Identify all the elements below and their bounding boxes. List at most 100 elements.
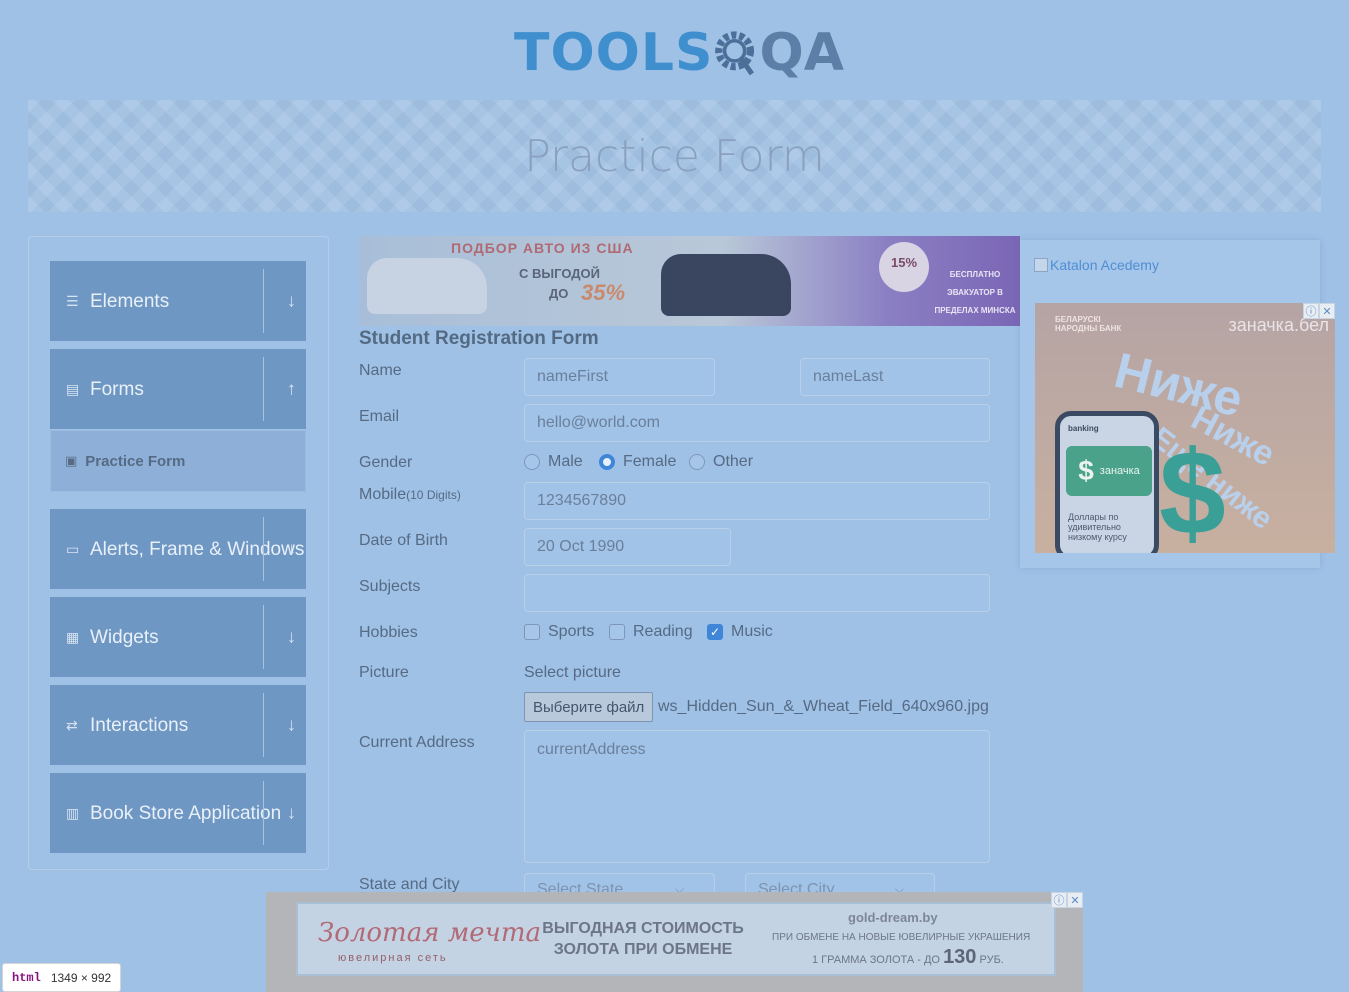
checkmark-icon: ✓ <box>707 624 723 640</box>
grid-icon: ▦ <box>66 628 80 645</box>
gender-radio-female[interactable]: Female <box>599 453 676 471</box>
subjects-input[interactable] <box>524 574 990 612</box>
sidebar-group-label: Book Store Application <box>90 802 282 824</box>
choose-file-button[interactable]: Выберите файл <box>524 692 654 722</box>
sidebar-group-interactions[interactable]: ⇄ Interactions ↓ <box>50 685 306 765</box>
right-ad-banner[interactable]: БЕЛАРУСКІ НАРОДНЫ БАНК заначка.бел Ниже … <box>1035 303 1335 553</box>
address-label: Current Address <box>359 734 475 751</box>
radio-label: Other <box>713 453 754 470</box>
close-icon[interactable]: ✕ <box>1067 892 1083 908</box>
window-icon: ▭ <box>66 540 80 557</box>
checkbox-label: Music <box>731 623 773 640</box>
tooltip-tag: html <box>12 970 41 985</box>
email-label: Email <box>359 408 400 425</box>
ad-site: gold-dream.by <box>848 910 938 925</box>
ad-line: ДО <box>549 286 569 301</box>
ad-brand: Золотая мечта <box>318 918 541 948</box>
ad-badge: 15% <box>879 242 929 292</box>
ad-price: 1 ГРАММА ЗОЛОТА - ДО 130 РУБ. <box>812 946 1004 968</box>
sidebar-group-elements[interactable]: ☰ Elements ↓ <box>50 261 306 341</box>
top-ad-banner[interactable]: ПОДБОР АВТО ИЗ США С ВЫГОДОЙ ДО 35% 15% … <box>359 236 1020 326</box>
checkbox-label: Reading <box>633 623 693 640</box>
arrow-up-icon: ↑ <box>287 378 296 399</box>
sidebar-group-widgets[interactable]: ▦ Widgets ↓ <box>50 597 306 677</box>
sidebar-group-label: Widgets <box>90 626 159 648</box>
dob-input[interactable]: 20 Oct 1990 <box>524 528 731 566</box>
car-image-white <box>367 258 487 314</box>
books-icon: ▥ <box>66 804 80 821</box>
radio-circle-selected <box>599 454 615 470</box>
sidebar-group-label: Elements <box>90 290 170 312</box>
gender-label: Gender <box>359 454 413 471</box>
checkbox-box <box>524 624 540 640</box>
arrow-down-icon: ↓ <box>287 714 296 735</box>
info-icon[interactable]: ⓘ <box>1051 892 1067 908</box>
sidebar-group-alerts[interactable]: ▭ Alerts, Frame & Windows ↓ <box>50 509 306 589</box>
ad-small-text: ПРИ ОБМЕНЕ НА НОВЫЕ ЮВЕЛИРНЫЕ УКРАШЕНИЯ <box>772 932 1031 943</box>
close-icon[interactable]: ✕ <box>1319 303 1335 319</box>
ad-controls: ⓘ ✕ <box>1303 303 1335 319</box>
arrow-down-icon: ↓ <box>287 538 296 559</box>
ad-line: С ВЫГОДОЙ <box>519 266 600 281</box>
page-title: Practice Form <box>524 130 825 182</box>
last-name-input[interactable]: nameLast <box>800 358 990 396</box>
arrow-down-icon: ↓ <box>287 802 296 823</box>
sidebar-item-label: Practice Form <box>85 452 186 470</box>
document-icon: ▤ <box>66 380 80 397</box>
sidebar: ☰ Elements ↓ ▤ Forms ↑ ▣ Practice Form ▭… <box>28 236 329 870</box>
hobby-checkbox-music[interactable]: ✓ Music <box>707 623 773 641</box>
ad-controls: ⓘ ✕ <box>1051 892 1083 908</box>
dob-label: Date of Birth <box>359 532 448 549</box>
ad-percent: 35% <box>581 280 626 305</box>
katalon-ad-link[interactable]: Katalon Acedemy <box>1034 257 1159 273</box>
picture-label: Picture <box>359 664 409 681</box>
sidebar-group-label: Alerts, Frame & Windows <box>90 538 305 560</box>
info-icon[interactable]: ⓘ <box>1303 303 1319 319</box>
ad-brand-sub: ювелирная сеть <box>338 952 448 964</box>
radio-circle <box>524 454 540 470</box>
sidebar-group-book-store[interactable]: ▥ Book Store Application ↓ <box>50 773 306 853</box>
broken-image-icon <box>1034 258 1048 272</box>
page-banner: Practice Form <box>28 100 1321 212</box>
bank-logo-text: БЕЛАРУСКІ НАРОДНЫ БАНК <box>1055 315 1122 333</box>
subjects-label: Subjects <box>359 578 421 595</box>
toolsqa-logo[interactable]: TOOLS QA <box>514 16 844 90</box>
hobbies-label: Hobbies <box>359 624 418 641</box>
first-name-input[interactable]: nameFirst <box>524 358 715 396</box>
interactions-icon: ⇄ <box>66 716 78 733</box>
logo-text-left: TOOLS <box>514 23 714 83</box>
devtools-element-tooltip: html 1349 × 992 <box>2 963 122 992</box>
form-icon: ▣ <box>65 453 78 468</box>
tooltip-size: 1349 × 992 <box>50 970 112 985</box>
sidebar-group-label: Forms <box>90 378 144 400</box>
arrow-down-icon: ↓ <box>287 290 296 311</box>
phone-image: banking $ заначка Доллары по удивительно … <box>1055 411 1159 553</box>
mobile-input[interactable]: 1234567890 <box>524 482 990 520</box>
gear-magnifier-icon <box>715 31 755 76</box>
mobile-hint: (10 Digits) <box>406 488 461 502</box>
radio-circle <box>689 454 705 470</box>
radio-label: Male <box>548 453 583 470</box>
bottom-ad-banner[interactable]: Золотая мечта ювелирная сеть ВЫГОДНАЯ СТ… <box>266 892 1083 992</box>
logo-text-right: QA <box>759 23 844 83</box>
checkbox-box <box>609 624 625 640</box>
gender-radio-other[interactable]: Other <box>689 453 753 471</box>
sidebar-item-practice-form[interactable]: ▣ Practice Form <box>50 430 306 492</box>
sidebar-group-forms[interactable]: ▤ Forms ↑ <box>50 349 306 429</box>
form-title: Student Registration Form <box>359 328 599 349</box>
ad-side-text: БЕСПЛАТНО ЭВАКУАТОР В ПРЕДЕЛАХ МИНСКА <box>934 270 1016 315</box>
car-image-dark <box>661 254 791 316</box>
radio-label: Female <box>623 453 677 470</box>
file-name: ws_Hidden_Sun_&_Wheat_Field_640x960.jpg <box>658 698 989 715</box>
hobby-checkbox-sports[interactable]: Sports <box>524 623 594 641</box>
checkbox-label: Sports <box>548 623 595 640</box>
email-input[interactable]: hello@world.com <box>524 404 990 442</box>
name-label: Name <box>359 362 402 379</box>
current-address-textarea[interactable]: currentAddress <box>524 730 990 863</box>
hobby-checkbox-reading[interactable]: Reading <box>609 623 693 641</box>
sidebar-group-label: Interactions <box>90 714 189 736</box>
arrow-down-icon: ↓ <box>287 626 296 647</box>
picture-prompt: Select picture <box>524 664 621 681</box>
gender-radio-male[interactable]: Male <box>524 453 583 471</box>
dollar-icon: $ <box>1159 426 1226 553</box>
